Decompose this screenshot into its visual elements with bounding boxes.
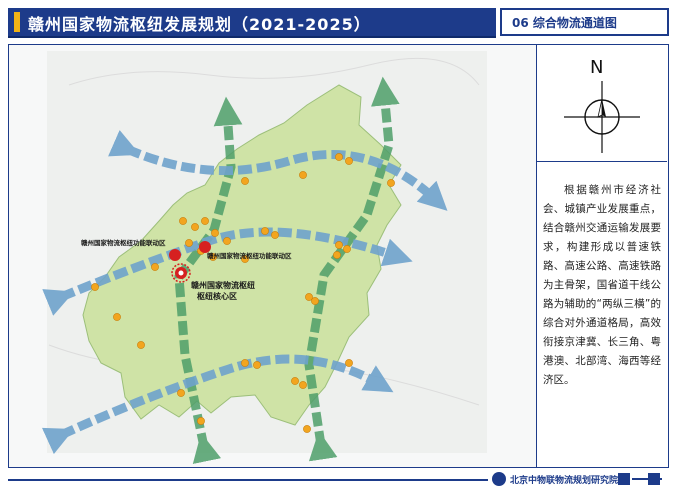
linkage-hub-west <box>169 249 181 261</box>
logistics-node <box>137 341 145 349</box>
header: 赣州国家物流枢纽发展规划（2021-2025） 06 综合物流通道图 <box>8 8 669 38</box>
logistics-node <box>343 245 351 253</box>
footer: 北京中物联物流规划研究院 <box>8 470 669 492</box>
title-accent <box>14 12 20 32</box>
logistics-node <box>177 389 185 397</box>
logistics-node <box>299 171 307 179</box>
footer-line <box>8 479 488 481</box>
logistics-node <box>201 217 209 225</box>
label-core: 赣州国家物流枢纽 枢纽核心区 <box>191 280 255 302</box>
logistics-node <box>261 227 269 235</box>
logistics-node <box>185 239 193 247</box>
logistics-node <box>291 377 299 385</box>
logistics-node <box>197 417 205 425</box>
side-divider <box>537 161 667 162</box>
logistics-node <box>151 263 159 271</box>
logistics-node <box>335 153 343 161</box>
compass-icon <box>564 81 640 153</box>
section-title: 06 综合物流通道图 <box>512 16 617 30</box>
logistics-node <box>345 157 353 165</box>
label-core-line2: 枢纽核心区 <box>197 292 237 301</box>
logistics-node <box>333 251 341 259</box>
label-right-linkage: 赣州国家物流枢纽功能联动区 <box>207 252 292 260</box>
description-text: 根据赣州市经济社会、城镇产业发展重点，结合赣州交通运输发展要求，构建形成以普速铁… <box>543 184 661 386</box>
logistics-node <box>253 361 261 369</box>
north-label: N <box>590 57 604 78</box>
org-logo-icon <box>492 472 506 486</box>
logistics-node <box>387 179 395 187</box>
side-panel: N 根据赣州市经济社会、城镇产业发展重点，结合赣州交通运输发展要求，构建形成以普… <box>536 44 669 468</box>
logistics-node <box>345 359 353 367</box>
logistics-node <box>271 231 279 239</box>
logistics-node <box>179 217 187 225</box>
logistics-node <box>311 297 319 305</box>
logistics-node <box>299 381 307 389</box>
label-core-line1: 赣州国家物流枢纽 <box>191 281 255 290</box>
logistics-node <box>211 229 219 237</box>
logistics-node <box>241 359 249 367</box>
footer-decoration <box>618 473 630 485</box>
logistics-node <box>113 313 121 321</box>
logistics-node <box>335 241 343 249</box>
core-hub-center <box>178 270 184 276</box>
footer-org: 北京中物联物流规划研究院 <box>510 476 619 486</box>
label-left-linkage: 赣州国家物流枢纽功能联动区 <box>81 239 166 247</box>
logistics-node <box>191 223 199 231</box>
logistics-node <box>91 283 99 291</box>
logistics-node <box>303 425 311 433</box>
title-bar: 赣州国家物流枢纽发展规划（2021-2025） <box>8 8 496 38</box>
page-title: 赣州国家物流枢纽发展规划（2021-2025） <box>28 15 371 34</box>
section-box: 06 综合物流通道图 <box>500 8 669 36</box>
logistics-node <box>223 237 231 245</box>
footer-decoration <box>648 473 660 485</box>
logistics-node <box>241 177 249 185</box>
